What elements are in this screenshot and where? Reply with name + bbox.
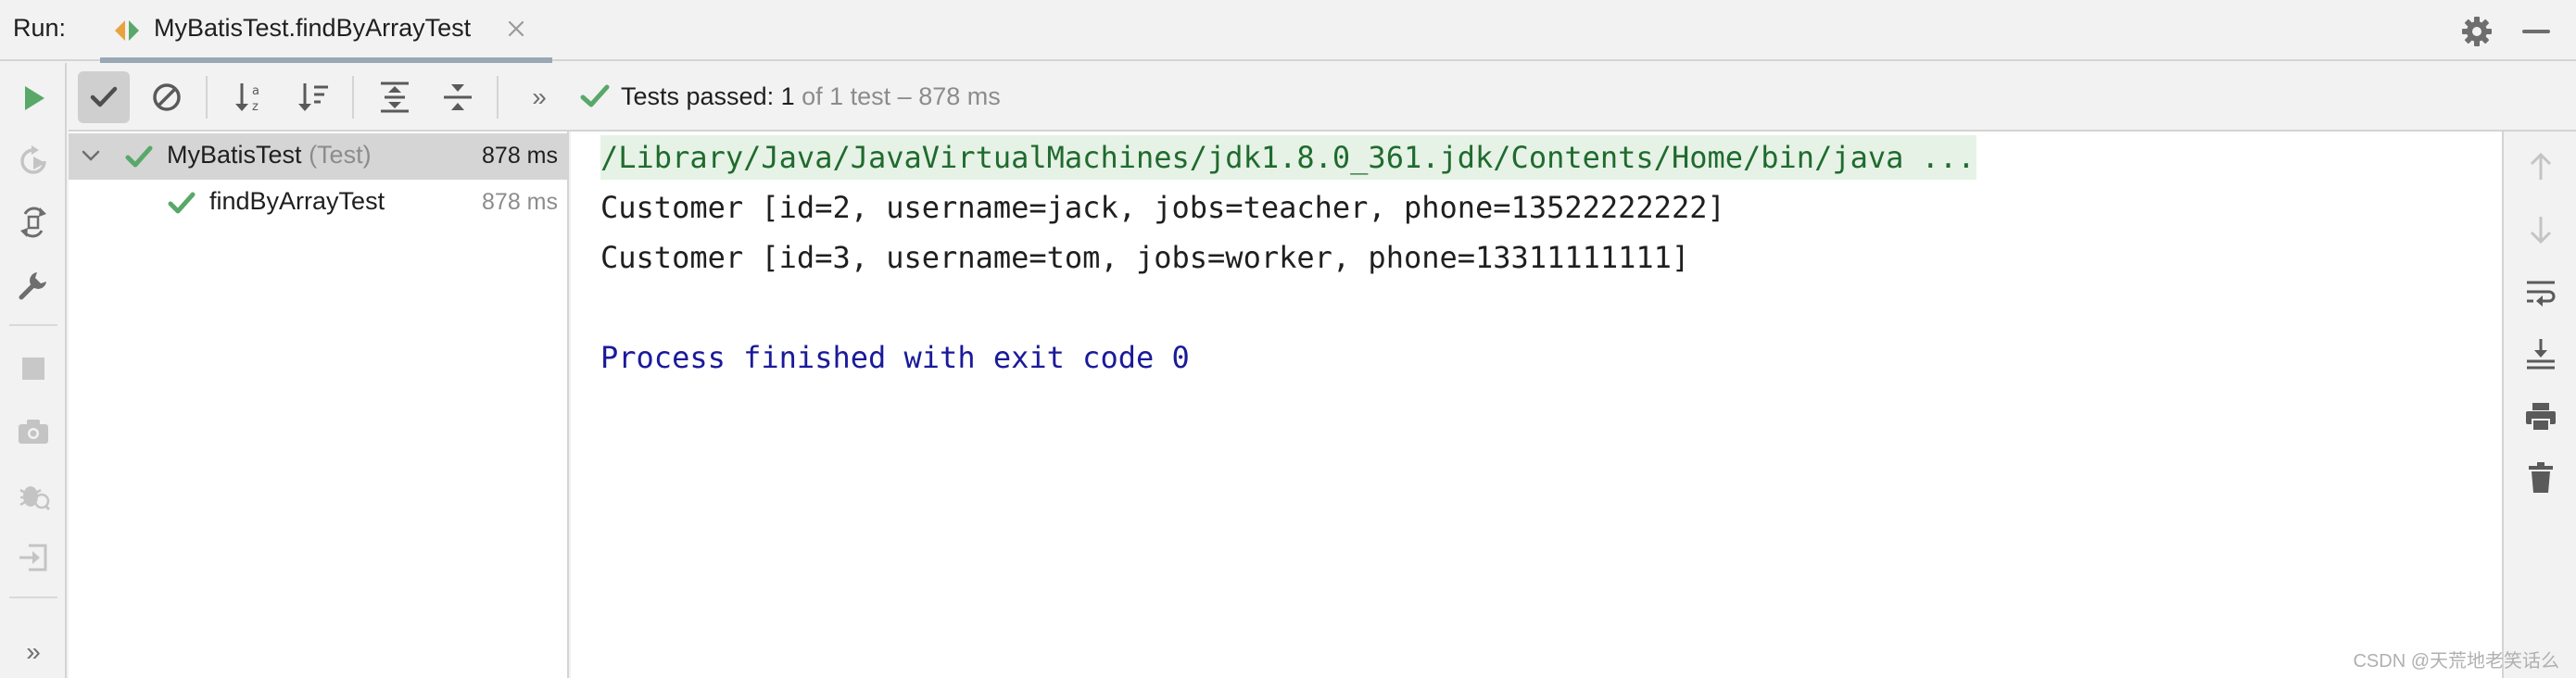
gear-icon[interactable] — [2461, 16, 2493, 47]
collapse-all-button[interactable] — [432, 71, 484, 123]
camera-icon — [19, 420, 48, 444]
dump-threads-button[interactable] — [13, 411, 54, 452]
ignored-icon — [153, 83, 181, 111]
svg-text:z: z — [252, 100, 259, 114]
sort-by-duration-button[interactable] — [287, 71, 339, 123]
console-output[interactable]: /Library/Java/JavaVirtualMachines/jdk1.8… — [571, 132, 2504, 678]
run-label: Run: — [13, 14, 67, 42]
test-duration: 878 ms — [482, 189, 558, 215]
more-icon: » — [532, 82, 547, 111]
test-class-name: MyBatisTest — [167, 141, 302, 169]
tree-item-label: MyBatisTest (Test) — [167, 141, 372, 170]
run-tab-label: MyBatisTest.findByArrayTest — [154, 14, 472, 42]
test-kind: (Test) — [309, 141, 372, 169]
sort-alphabetically-button[interactable]: a z — [224, 71, 276, 123]
clear-all-button[interactable] — [2520, 458, 2561, 498]
status-count: 1 — [780, 82, 795, 110]
trash-icon — [2529, 462, 2553, 493]
toolbar-separator — [9, 596, 57, 598]
left-toolbar-more-button[interactable]: » — [13, 634, 54, 671]
stop-icon — [22, 358, 44, 380]
watermark: CSDN @天荒地老笑话么 — [2353, 651, 2559, 672]
collapse-all-icon — [444, 84, 472, 110]
scroll-to-end-icon — [2527, 339, 2555, 370]
tree-item-findbyarraytest[interactable]: findByArrayTest 878 ms — [69, 180, 567, 226]
passed-check-icon — [125, 145, 153, 168]
show-passed-button[interactable] — [78, 71, 130, 123]
scroll-to-end-button[interactable] — [2520, 333, 2561, 374]
arrow-down-icon — [2530, 217, 2552, 245]
test-status-text: Tests passed: 1 of 1 test – 878 ms — [621, 82, 1001, 111]
console-right-toolbar — [2506, 132, 2576, 678]
console-command-line[interactable]: /Library/Java/JavaVirtualMachines/jdk1.8… — [600, 135, 1977, 180]
test-tree: MyBatisTest (Test) 878 ms findByArrayTes… — [69, 132, 569, 678]
sort-duration-icon — [298, 83, 328, 111]
toolbar-separator — [497, 76, 499, 119]
run-tab[interactable]: MyBatisTest.findByArrayTest — [100, 0, 552, 63]
more-icon: » — [26, 637, 41, 666]
console-exit-line[interactable]: Process finished with exit code 0 — [600, 335, 1190, 380]
console-line[interactable]: Customer [id=2, username=jack, jobs=teac… — [600, 185, 1725, 230]
passed-check-icon — [580, 84, 610, 107]
check-icon — [90, 86, 118, 107]
toolbar-separator — [206, 76, 208, 119]
close-icon[interactable] — [506, 19, 526, 39]
rerun-failed-icon — [20, 145, 46, 174]
run-tool-window-header: Run: MyBatisTest.findByArrayTest — [0, 0, 2576, 63]
toolbar-more-button[interactable]: » — [519, 71, 560, 123]
tree-item-mybatistest[interactable]: MyBatisTest (Test) 878 ms — [69, 133, 567, 180]
test-duration: 878 ms — [482, 143, 558, 169]
exit-button[interactable] — [13, 537, 54, 578]
show-ignored-button[interactable] — [141, 71, 193, 123]
passed-check-icon — [168, 192, 196, 214]
status-prefix: Tests passed: — [621, 82, 781, 110]
debug-button[interactable] — [13, 474, 54, 515]
toolbar-separator — [9, 324, 57, 326]
auto-test-icon — [20, 207, 46, 238]
run-icon — [25, 86, 44, 110]
stop-button[interactable] — [13, 348, 54, 389]
rerun-button[interactable] — [13, 78, 54, 119]
chevron-down-icon[interactable] — [80, 146, 102, 165]
wrench-icon — [19, 272, 46, 300]
bug-icon — [19, 486, 50, 510]
toolbar-separator — [352, 76, 354, 119]
expand-all-icon — [381, 82, 409, 113]
print-button[interactable] — [2520, 396, 2561, 437]
arrow-up-icon — [2530, 152, 2552, 180]
soft-wrap-icon — [2527, 281, 2556, 307]
console-line[interactable]: Customer [id=3, username=tom, jobs=worke… — [600, 235, 1689, 280]
test-toolbar: a z » Tests passed: 1 of 1 test – 878 ms — [69, 63, 2576, 132]
printer-icon — [2526, 403, 2556, 432]
soft-wrap-button[interactable] — [2520, 272, 2561, 313]
edit-configuration-button[interactable] — [13, 265, 54, 306]
previous-occurrence-button[interactable] — [2520, 146, 2561, 187]
exit-icon — [19, 544, 47, 571]
tree-item-label: findByArrayTest — [209, 187, 385, 215]
minimize-icon[interactable] — [2522, 30, 2550, 33]
toggle-auto-test-button[interactable] — [13, 202, 54, 243]
run-config-icon — [115, 20, 139, 41]
status-suffix: of 1 test – 878 ms — [794, 82, 1001, 110]
sort-alpha-icon: a z — [235, 83, 259, 114]
expand-all-button[interactable] — [369, 71, 421, 123]
next-occurrence-button[interactable] — [2520, 209, 2561, 250]
svg-text:a: a — [252, 84, 259, 98]
rerun-failed-button[interactable] — [13, 141, 54, 182]
